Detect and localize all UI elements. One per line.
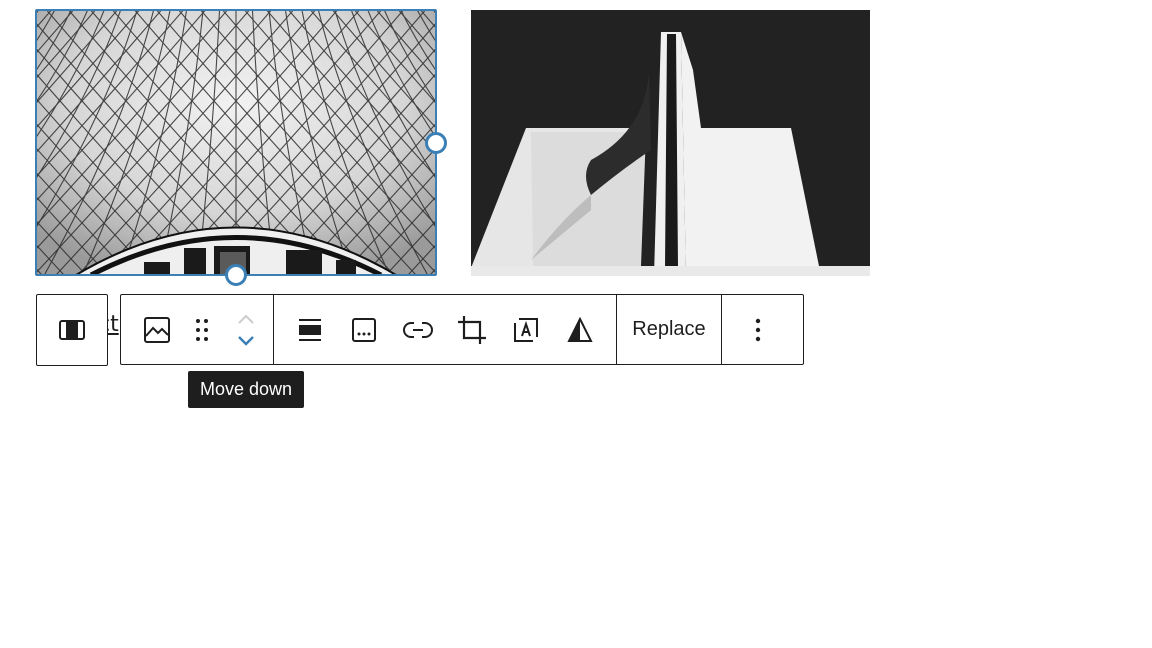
caption-button[interactable] — [337, 295, 391, 364]
crop-button[interactable] — [445, 295, 499, 364]
move-down-button[interactable] — [237, 335, 255, 346]
duotone-button[interactable] — [553, 295, 607, 364]
align-wide-icon — [299, 318, 321, 341]
block-mover — [219, 295, 273, 364]
drag-handle-icon — [196, 318, 208, 341]
replace-button[interactable]: Replace — [617, 295, 721, 364]
text-overlay-button[interactable] — [499, 295, 553, 364]
toolbar-group-block — [121, 295, 274, 364]
block-toolbar: Replace — [120, 294, 804, 365]
caption-icon — [352, 317, 376, 342]
image-dome[interactable] — [36, 10, 436, 275]
drag-handle[interactable] — [185, 295, 219, 364]
align-button[interactable] — [283, 295, 337, 364]
select-parent-button[interactable] — [36, 294, 108, 366]
duotone-icon — [567, 316, 593, 342]
link-button[interactable] — [391, 295, 445, 364]
link-icon — [403, 321, 433, 338]
move-down-tooltip: Move down — [188, 371, 305, 408]
toolbar-group-replace: Replace — [617, 295, 722, 364]
crop-icon — [458, 315, 486, 344]
text-overlay-icon — [514, 317, 538, 342]
dome-photo — [36, 10, 436, 275]
resize-handle-bottom[interactable] — [225, 264, 247, 286]
toolbar-group-tools — [274, 295, 617, 364]
block-type-button[interactable] — [129, 295, 185, 364]
columns-icon — [59, 320, 85, 340]
image-icon — [144, 316, 170, 343]
toolbar-group-more — [722, 295, 794, 364]
building-photo — [471, 10, 870, 276]
more-vertical-icon — [755, 318, 761, 341]
move-up-button[interactable] — [237, 314, 255, 324]
more-options-button[interactable] — [722, 295, 794, 364]
image-building[interactable] — [471, 10, 870, 276]
resize-handle-right[interactable] — [425, 132, 447, 154]
